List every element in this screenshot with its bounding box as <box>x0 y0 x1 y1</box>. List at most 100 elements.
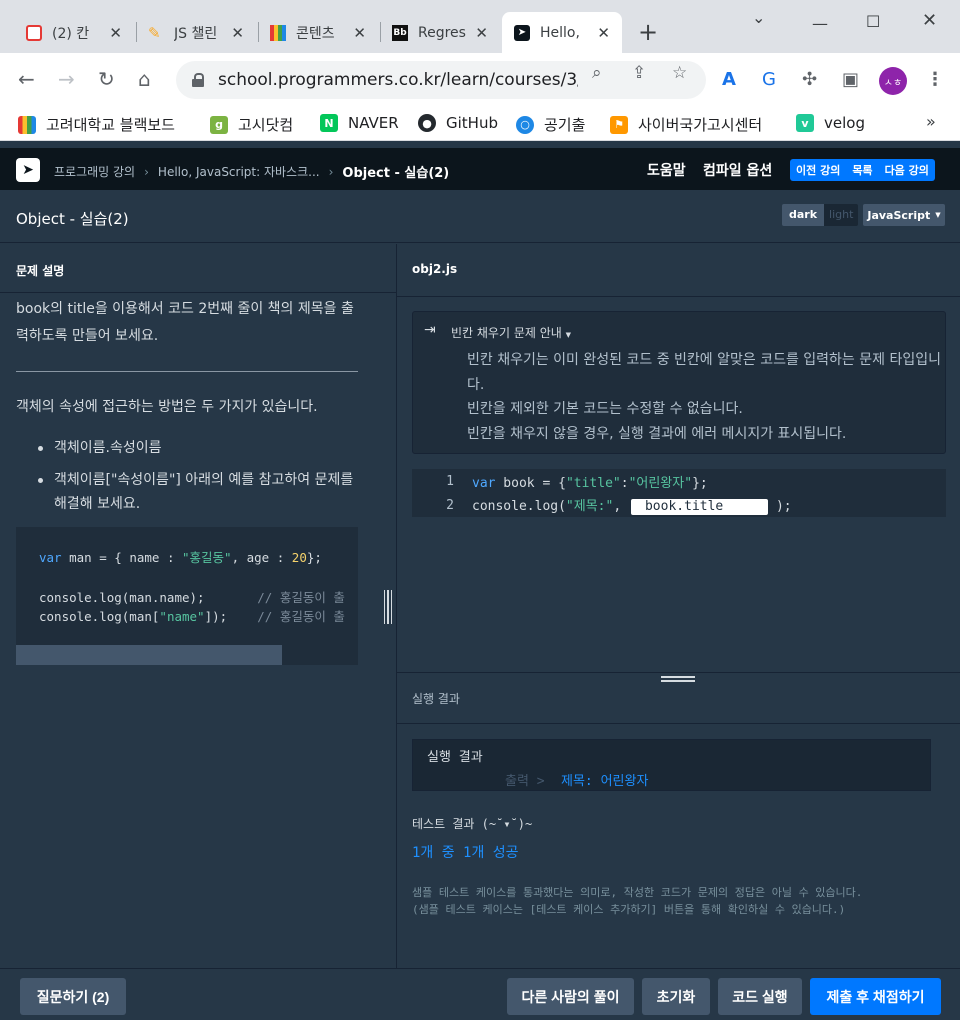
breadcrumb-item[interactable]: Hello, JavaScript: 자바스크... <box>158 163 320 180</box>
browser-tab-2[interactable]: ✎ JS 챌린 ✕ <box>136 12 256 53</box>
others-solutions-button[interactable]: 다른 사람의 풀이 <box>507 978 634 1015</box>
reset-button[interactable]: 초기화 <box>642 978 710 1015</box>
calendar-icon <box>26 24 42 41</box>
chevron-right-icon: › <box>144 164 149 179</box>
zoom-icon[interactable]: ⌕ <box>592 63 602 83</box>
bookmark-label: NAVER <box>348 114 399 132</box>
notice-title-toggle[interactable]: 빈칸 채우기 문제 안내 ▼ <box>451 324 571 341</box>
notice-body: 빈칸 채우기는 이미 완성된 코드 중 빈칸에 알맞은 코드를 입력하는 문제 … <box>467 352 941 442</box>
divider <box>397 296 960 297</box>
theme-dark-button[interactable]: dark <box>782 204 825 226</box>
code-line: console.log(man["name"]); // 홍길동이 출 <box>39 609 345 624</box>
breadcrumb-item[interactable]: 프로그래밍 강의 <box>54 163 135 180</box>
maximize-icon[interactable]: ☐ <box>866 12 880 31</box>
horizontal-scrollbar[interactable] <box>16 645 282 665</box>
reload-icon[interactable]: ↻ <box>98 67 115 91</box>
bookmark-item[interactable]: ○ 공기출 <box>516 114 585 135</box>
ask-question-button[interactable]: 질문하기 (2) <box>20 978 126 1015</box>
github-icon: ● <box>418 114 436 132</box>
bookmark-item[interactable]: N NAVER <box>320 114 399 132</box>
bookmarks-more-button[interactable]: » <box>926 112 936 131</box>
programmers-logo-icon[interactable]: ➤ <box>16 158 40 182</box>
side-panel-icon[interactable]: ▣ <box>842 69 859 90</box>
language-select[interactable]: JavaScript ▼ <box>863 204 945 226</box>
page-title: Object - 실습(2) <box>16 210 129 228</box>
list-item: 객체이름.속성이름 <box>36 436 358 460</box>
forward-icon[interactable]: → <box>58 67 75 91</box>
home-icon[interactable]: ⌂ <box>138 67 151 91</box>
output-label: 출력 > <box>505 774 545 789</box>
tab-search-icon[interactable]: ⌄ <box>752 8 765 27</box>
back-icon[interactable]: ← <box>18 67 35 91</box>
prev-lesson-button[interactable]: 이전 강의 <box>796 162 840 178</box>
bullet-list: 객체이름.속성이름 객체이름["속성이름"] 아래의 예를 참고하여 문제를 해… <box>36 436 358 524</box>
bookmark-label: 고려대학교 블랙보드 <box>46 116 175 134</box>
bookmark-item[interactable]: g 고시닷컴 <box>210 114 293 135</box>
tab-title: JS 챌린 <box>174 25 218 42</box>
help-link[interactable]: 도움말 <box>647 160 686 180</box>
browser-tab-3[interactable]: 콘텐츠 ✕ <box>258 12 378 53</box>
bookmark-label: GitHub <box>446 114 498 132</box>
translate-icon[interactable]: G <box>762 69 776 90</box>
submit-button[interactable]: 제출 후 채점하기 <box>810 978 941 1015</box>
divider <box>0 292 396 293</box>
lesson-title-bar: Object - 실습(2) dark light JavaScript ▼ <box>0 190 960 243</box>
compile-options-link[interactable]: 컴파일 옵션 <box>703 160 772 180</box>
language-value: JavaScript <box>867 208 931 222</box>
problem-description: book의 title을 이용해서 코드 2번째 줄이 책의 제목을 출력하도록… <box>16 301 354 344</box>
theme-toggle: dark light <box>782 204 859 226</box>
bookmark-item[interactable]: ⚑ 사이버국가고시센터 <box>610 114 762 135</box>
extension-a-icon[interactable]: A <box>722 69 736 90</box>
bookmark-item[interactable]: v velog <box>796 114 865 132</box>
tab-title: (2) 칸 <box>52 25 90 42</box>
close-window-icon[interactable]: ✕ <box>922 10 937 31</box>
url-text[interactable]: school.programmers.co.kr/learn/courses/3… <box>218 70 578 90</box>
line-number: 2 <box>446 497 454 513</box>
share-icon[interactable]: ⇪ <box>632 63 646 83</box>
bookmarks-bar: 고려대학교 블랙보드 g 고시닷컴 N NAVER ● GitHub ○ 공기출… <box>0 108 960 141</box>
browser-tab-4[interactable]: Bb Regres ✕ <box>380 12 500 53</box>
address-bar[interactable]: school.programmers.co.kr/learn/courses/3… <box>176 61 706 99</box>
minimize-icon[interactable]: — <box>812 14 828 33</box>
footer-bar: 질문하기 (2) 다른 사람의 풀이 초기화 코드 실행 제출 후 채점하기 <box>0 968 960 1020</box>
problem-panel: 문제 설명 book의 title을 이용해서 코드 2번째 줄이 책의 제목을… <box>0 244 396 968</box>
bookmark-item[interactable]: 고려대학교 블랙보드 <box>18 114 175 135</box>
bookmark-label: velog <box>824 114 865 132</box>
menu-kebab-icon[interactable]: ⋮ <box>926 69 944 90</box>
line-number: 1 <box>446 473 454 489</box>
divider <box>397 672 960 673</box>
panel-resize-handle[interactable] <box>384 590 392 624</box>
result-heading: 실행 결과 <box>412 692 460 706</box>
close-icon[interactable]: ✕ <box>475 24 488 42</box>
people-icon: ⚑ <box>610 115 628 134</box>
browser-toolbar: ← → ↻ ⌂ school.programmers.co.kr/learn/c… <box>0 53 960 108</box>
code-editor[interactable]: 1 var book = {"title":"어린왕자"}; 2 console… <box>412 469 946 517</box>
blackboard-icon: Bb <box>392 24 408 41</box>
test-result-summary: 1개 중 1개 성공 <box>412 845 519 861</box>
extensions-puzzle-icon[interactable]: ✣ <box>802 69 817 90</box>
browser-tab-5-active[interactable]: ➤ Hello, ✕ <box>502 12 622 53</box>
code-line: 1 var book = {"title":"어린왕자"}; <box>412 469 946 493</box>
theme-light-button[interactable]: light <box>824 204 859 226</box>
list-button[interactable]: 목록 <box>852 162 872 178</box>
sign-in-icon: ⇥ <box>424 322 436 338</box>
bookmark-label: 공기출 <box>544 116 586 134</box>
code-line: console.log(man.name); // 홍길동이 출 <box>39 590 345 605</box>
tab-title: Regres <box>418 24 466 41</box>
close-icon[interactable]: ✕ <box>109 24 122 42</box>
blank-input[interactable] <box>630 498 768 515</box>
run-code-button[interactable]: 코드 실행 <box>718 978 802 1015</box>
browser-tab-1[interactable]: (2) 칸 ✕ <box>14 12 134 53</box>
close-icon[interactable]: ✕ <box>597 24 610 42</box>
bookmark-star-icon[interactable]: ☆ <box>672 63 687 83</box>
breadcrumb-current: Object - 실습(2) <box>342 166 450 181</box>
close-icon[interactable]: ✕ <box>353 24 366 42</box>
bookmark-item[interactable]: ● GitHub <box>418 114 498 132</box>
new-tab-button[interactable]: + <box>638 18 658 46</box>
next-lesson-button[interactable]: 다음 강의 <box>885 162 929 178</box>
file-name: obj2.js <box>412 262 458 276</box>
divider <box>16 371 358 372</box>
profile-avatar[interactable]: ㅅㅎ <box>879 67 907 95</box>
result-resize-handle[interactable] <box>661 676 695 684</box>
close-icon[interactable]: ✕ <box>231 24 244 42</box>
